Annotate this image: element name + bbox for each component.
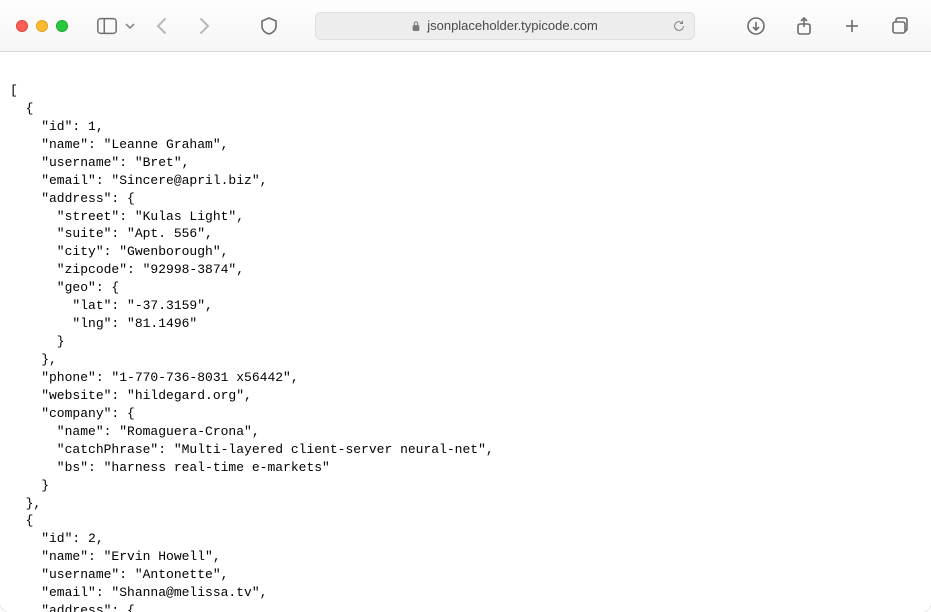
json-line: "lat": "-37.3159", (10, 298, 213, 313)
json-line: "zipcode": "92998-3874", (10, 262, 244, 277)
json-line: { (10, 101, 33, 116)
json-line: "name": "Ervin Howell", (10, 549, 221, 564)
json-line: "email": "Shanna@melissa.tv", (10, 585, 267, 600)
json-line: "geo": { (10, 280, 119, 295)
json-line: }, (10, 496, 41, 511)
json-line: "bs": "harness real-time e-markets" (10, 460, 330, 475)
json-line: "lng": "81.1496" (10, 316, 197, 331)
browser-toolbar: jsonplaceholder.typicode.com (0, 0, 931, 52)
shield-icon (258, 16, 280, 36)
chevron-down-icon[interactable] (124, 20, 136, 32)
json-line: "address": { (10, 603, 135, 612)
chevron-right-icon (192, 16, 214, 36)
json-line: "id": 2, (10, 531, 104, 546)
address-bar[interactable]: jsonplaceholder.typicode.com (315, 12, 695, 40)
share-button[interactable] (789, 14, 819, 38)
new-tab-button[interactable] (837, 14, 867, 38)
close-window-button[interactable] (16, 20, 28, 32)
lock-icon (411, 20, 421, 32)
sidebar-icon (96, 16, 118, 36)
privacy-report-button[interactable] (254, 14, 284, 38)
json-line: "address": { (10, 191, 135, 206)
json-line: { (10, 513, 33, 528)
json-line: "phone": "1-770-736-8031 x56442", (10, 370, 299, 385)
json-line: "city": "Gwenborough", (10, 244, 228, 259)
json-line: } (10, 478, 49, 493)
json-line: "name": "Romaguera-Crona", (10, 424, 260, 439)
json-line: "catchPhrase": "Multi-layered client-ser… (10, 442, 494, 457)
share-icon (793, 16, 815, 36)
plus-icon (841, 16, 863, 36)
sidebar-toggle-button[interactable] (92, 14, 122, 38)
maximize-window-button[interactable] (56, 20, 68, 32)
download-icon (745, 16, 767, 36)
json-line: "email": "Sincere@april.biz", (10, 173, 267, 188)
window-controls (16, 20, 68, 32)
json-line: "website": "hildegard.org", (10, 388, 252, 403)
url-text: jsonplaceholder.typicode.com (427, 18, 598, 33)
json-line: [ (10, 83, 18, 98)
minimize-window-button[interactable] (36, 20, 48, 32)
json-line: "username": "Antonette", (10, 567, 228, 582)
tabs-icon (889, 16, 911, 36)
json-line: "company": { (10, 406, 135, 421)
json-line: } (10, 334, 65, 349)
chevron-left-icon (152, 16, 174, 36)
json-line: }, (10, 352, 57, 367)
page-content: [ { "id": 1, "name": "Leanne Graham", "u… (0, 52, 931, 612)
forward-button[interactable] (188, 14, 218, 38)
json-line: "id": 1, (10, 119, 104, 134)
json-line: "street": "Kulas Light", (10, 209, 244, 224)
json-line: "name": "Leanne Graham", (10, 137, 228, 152)
json-line: "suite": "Apt. 556", (10, 226, 213, 241)
json-line: "username": "Bret", (10, 155, 189, 170)
back-button[interactable] (148, 14, 178, 38)
reload-icon[interactable] (672, 19, 686, 33)
tab-overview-button[interactable] (885, 14, 915, 38)
downloads-button[interactable] (741, 14, 771, 38)
